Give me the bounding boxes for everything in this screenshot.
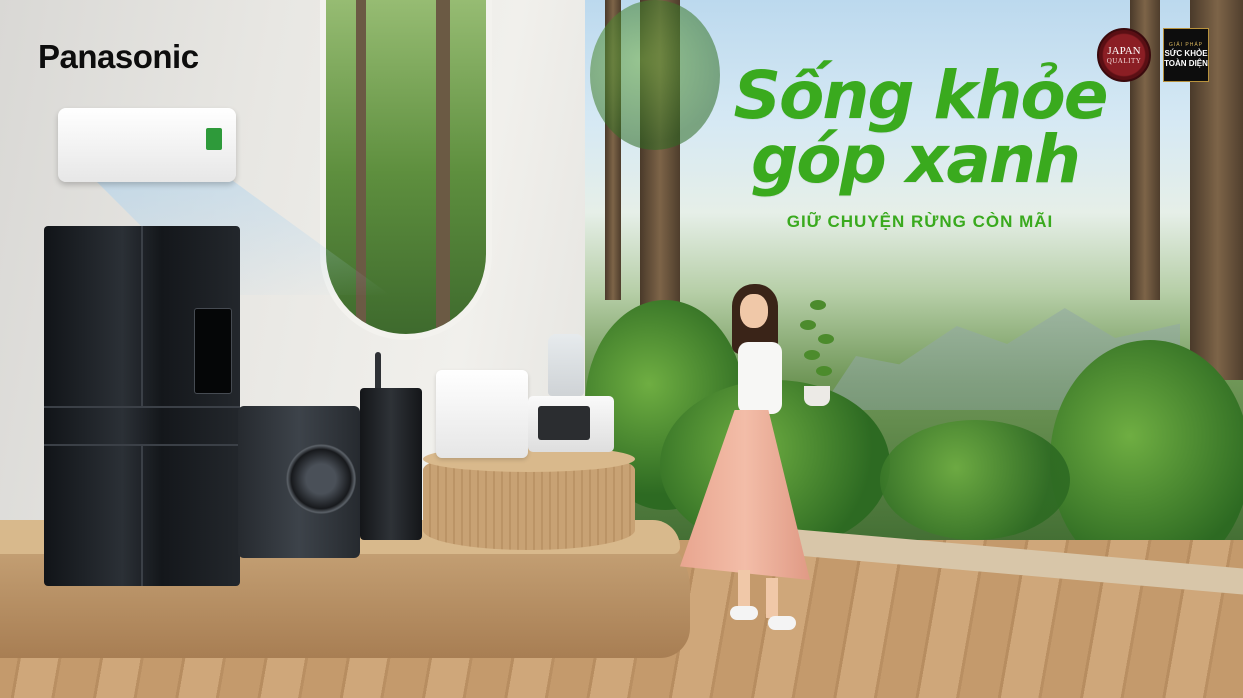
blender [548,334,584,396]
leaf [818,334,834,344]
white-top [738,342,782,414]
headline: Sống khỏe góp xanh [720,57,1120,193]
tree-canopy [590,0,720,150]
water-dispenser [194,308,232,394]
leg [766,578,778,618]
leaf [804,350,820,360]
dishwasher [436,370,528,458]
washer-door [286,444,356,514]
fridge-door-seam [141,444,143,586]
sapling [800,300,834,398]
tagline: GIỮ CHUYỆN RỪNG CÒN MÃI [786,212,1054,231]
japan-quality-badge: JAPAN QUALITY [1097,28,1151,82]
leg [738,570,750,610]
fridge-drawer-seam [44,406,240,408]
headline-line-2: góp xanh [751,121,1081,198]
forest-clearing [880,420,1070,540]
plant-pot [804,386,830,406]
leaf [816,366,832,376]
oven-window [538,406,590,440]
sneaker [730,606,758,620]
sneaker [768,616,796,630]
japan-quality-main: JAPAN [1107,44,1141,57]
ad-banner: Panasonic Sống khỏe góp xanh GIỮ CHUYỆN … [0,0,1243,698]
health-badge-caption: GIẢI PHÁP [1168,41,1203,48]
health-solution-badge: GIẢI PHÁP SỨC KHỎE TOÀN DIỆN [1163,28,1209,82]
panasonic-logo: Panasonic [38,38,199,75]
purifier-faucet [375,352,381,392]
fridge-door-seam [141,226,143,406]
air-conditioner [58,108,236,182]
japan-quality-sub: QUALITY [1106,56,1142,65]
refrigerator [44,226,240,586]
leaf [810,300,826,310]
health-badge-line-2: TOÀN DIỆN [1164,58,1208,68]
leaf [800,320,816,330]
health-badge-line-1: SỨC KHỎE [1164,48,1208,58]
pink-skirt [680,410,810,580]
headline-line-1: Sống khỏe [733,57,1108,134]
energy-label [206,128,222,150]
face [740,294,768,328]
window-tree-trunk [436,0,450,334]
woman-holding-plant [680,280,820,640]
washing-machine [238,406,360,558]
microwave-oven [528,396,614,452]
water-purifier [360,388,422,540]
